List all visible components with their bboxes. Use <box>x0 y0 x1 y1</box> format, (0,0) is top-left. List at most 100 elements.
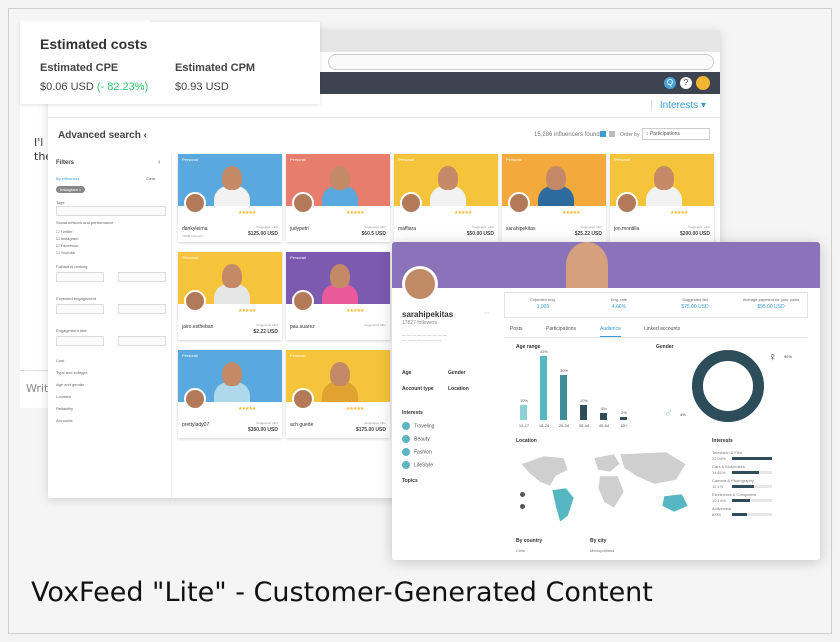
influencer-card[interactable]: Personal ★★★★★ jon.montilla Suggestion offe… <box>610 154 714 242</box>
age-bar-label: 13-17 <box>518 423 530 428</box>
filter-social-network: Social network and performance <box>56 220 114 225</box>
search-icon[interactable]: Q <box>664 77 676 89</box>
stat-eng-rate: Eng. rate 4.66% <box>610 297 628 310</box>
interest-item: Fashion <box>402 448 432 456</box>
network-checkbox[interactable]: ☐ Youtube <box>56 250 75 255</box>
topics-label: Topics <box>402 478 418 484</box>
interest-item: Traveling <box>402 422 434 430</box>
card-offer-label: Suggestion offer <box>364 323 386 327</box>
profile-avatar <box>402 266 438 302</box>
influencer-card[interactable]: Personal ★★★★★ ach.guede Suggestion offer $1… <box>286 350 390 438</box>
influencer-card[interactable]: Personal ★★★★★ maffiara Suggestion offer $50… <box>394 154 498 242</box>
chevron-left-icon[interactable]: ‹ <box>144 130 147 141</box>
male-percent: 4% <box>680 412 686 417</box>
help-icon[interactable]: ? <box>680 77 692 89</box>
age-bar-value: 30% <box>559 368 568 374</box>
range-max-input[interactable] <box>118 336 166 346</box>
photo-figure <box>654 166 674 190</box>
tab-linked-accounts[interactable]: Linked accounts <box>644 326 680 332</box>
network-checkbox[interactable]: ☐ Facebook <box>56 243 78 248</box>
filter-age-gender[interactable]: Age and gender <box>56 382 84 387</box>
profile-banner <box>392 242 820 288</box>
account-type-label: Account type <box>402 386 434 392</box>
filter-accounts[interactable]: Accounts <box>56 418 72 423</box>
filter-by-influencer[interactable]: By influencer <box>56 176 79 181</box>
range-min-input[interactable] <box>56 272 104 282</box>
card-name: dankyleirna <box>182 226 208 232</box>
influencer-card[interactable]: Personal ★★★★★ pau.suarez Suggestion offer <box>286 252 390 340</box>
card-avatar <box>292 388 314 410</box>
card-tag: Personal <box>290 255 306 260</box>
age-bar-value: 5% <box>601 405 607 411</box>
card-price: $175.00 USD <box>355 427 386 433</box>
url-bar[interactable] <box>328 54 714 70</box>
card-offer-label: Suggestion offer <box>256 225 278 229</box>
age-bar-value: 10% <box>579 398 588 404</box>
photo-figure <box>330 362 350 386</box>
age-bar-label: 45-64 <box>598 423 610 428</box>
photo-figure <box>222 264 242 288</box>
card-tag: Personal <box>182 157 198 162</box>
world-map <box>520 451 689 523</box>
left-gender-label: Gender <box>448 370 466 376</box>
filter-chip[interactable]: Instagram × <box>56 186 86 193</box>
grid-view-icon[interactable] <box>600 131 606 137</box>
filter-expected-engagement: Expected engagement <box>56 296 97 301</box>
filters-panel: Filters ‹ By influencer Clear Instagram … <box>48 154 172 498</box>
stat-average-payment: Average payment for your posts $95.00 USD <box>742 297 800 310</box>
zoom-out-icon[interactable] <box>520 504 525 509</box>
tab-participations[interactable]: Participations <box>546 326 576 332</box>
more-icon[interactable]: ⋯ <box>484 310 490 317</box>
filter-location[interactable]: Location <box>56 394 71 399</box>
influencer-card[interactable]: Personal ★★★★★ prettylady07 Suggestion offe… <box>178 350 282 438</box>
network-checkbox[interactable]: ☑ Instagram <box>56 236 79 241</box>
interests-title: Interests <box>712 438 733 444</box>
filter-clear-link[interactable]: Clear <box>146 176 156 181</box>
card-name: maffiara <box>398 226 416 232</box>
influencer-card[interactable]: Personal ★★★★★ judypetri Suggestion offer $6… <box>286 154 390 242</box>
influencer-card[interactable]: Personal ★★★★★ jairo.estheban Suggestion of… <box>178 252 282 340</box>
estimated-costs-panel: Estimated costs Estimated CPE $0.06 USD … <box>20 22 320 104</box>
card-tag: Personal <box>182 255 198 260</box>
tab-interests[interactable]: Interests ▾ <box>650 100 706 111</box>
filter-tags[interactable]: Tags <box>56 200 64 205</box>
tab-audience[interactable]: Audience <box>600 326 621 337</box>
rating-stars-icon: ★★★★★ <box>670 210 688 216</box>
rating-stars-icon: ★★★★★ <box>346 406 364 412</box>
interest-label: Cars & Motorbikes <box>712 464 745 469</box>
filter-type[interactable]: Type and subtype <box>56 370 88 375</box>
card-offer-label: Suggestion offer <box>256 323 278 327</box>
order-by-select[interactable]: ↕ Participations <box>642 128 710 140</box>
card-avatar <box>508 192 530 214</box>
age-bar-label: 25-34 <box>558 423 570 428</box>
gender-title: Gender <box>656 344 674 350</box>
age-bar <box>600 412 607 420</box>
range-max-input[interactable] <box>118 272 166 282</box>
photo-figure <box>330 166 350 190</box>
range-max-input[interactable] <box>118 304 166 314</box>
filter-engagement-rate: Engagement rate <box>56 328 87 333</box>
card-tag: Personal <box>290 157 306 162</box>
photo-figure <box>222 166 242 190</box>
costs-title: Estimated costs <box>40 36 148 52</box>
collapse-icon[interactable]: ‹ <box>158 159 160 166</box>
influencer-card[interactable]: Personal ★★★★★ sarahipekitas Suggestion off… <box>502 154 606 242</box>
range-min-input[interactable] <box>56 304 104 314</box>
photo-figure <box>222 362 242 386</box>
card-tag: Personal <box>614 157 630 162</box>
tags-input[interactable] <box>56 206 166 216</box>
avatar[interactable] <box>696 76 710 90</box>
filter-cost[interactable]: Cost <box>56 358 64 363</box>
influencer-card[interactable]: Personal ★★★★★ dankyleirna 72645 followers S… <box>178 154 282 242</box>
age-bar-value: 43% <box>539 349 548 354</box>
network-checkbox[interactable]: ☐ Twitter <box>56 229 72 234</box>
filter-reliability[interactable]: Reliability <box>56 406 73 411</box>
left-age-label: Age <box>402 370 412 376</box>
card-price: $200.00 USD <box>679 231 710 237</box>
range-min-input[interactable] <box>56 336 104 346</box>
tab-posts[interactable]: Posts <box>510 326 523 332</box>
list-view-icon[interactable] <box>609 131 615 137</box>
zoom-in-icon[interactable] <box>520 492 525 497</box>
interest-percent: 22.04% <box>712 456 726 461</box>
interest-label: Activewear <box>712 506 732 511</box>
